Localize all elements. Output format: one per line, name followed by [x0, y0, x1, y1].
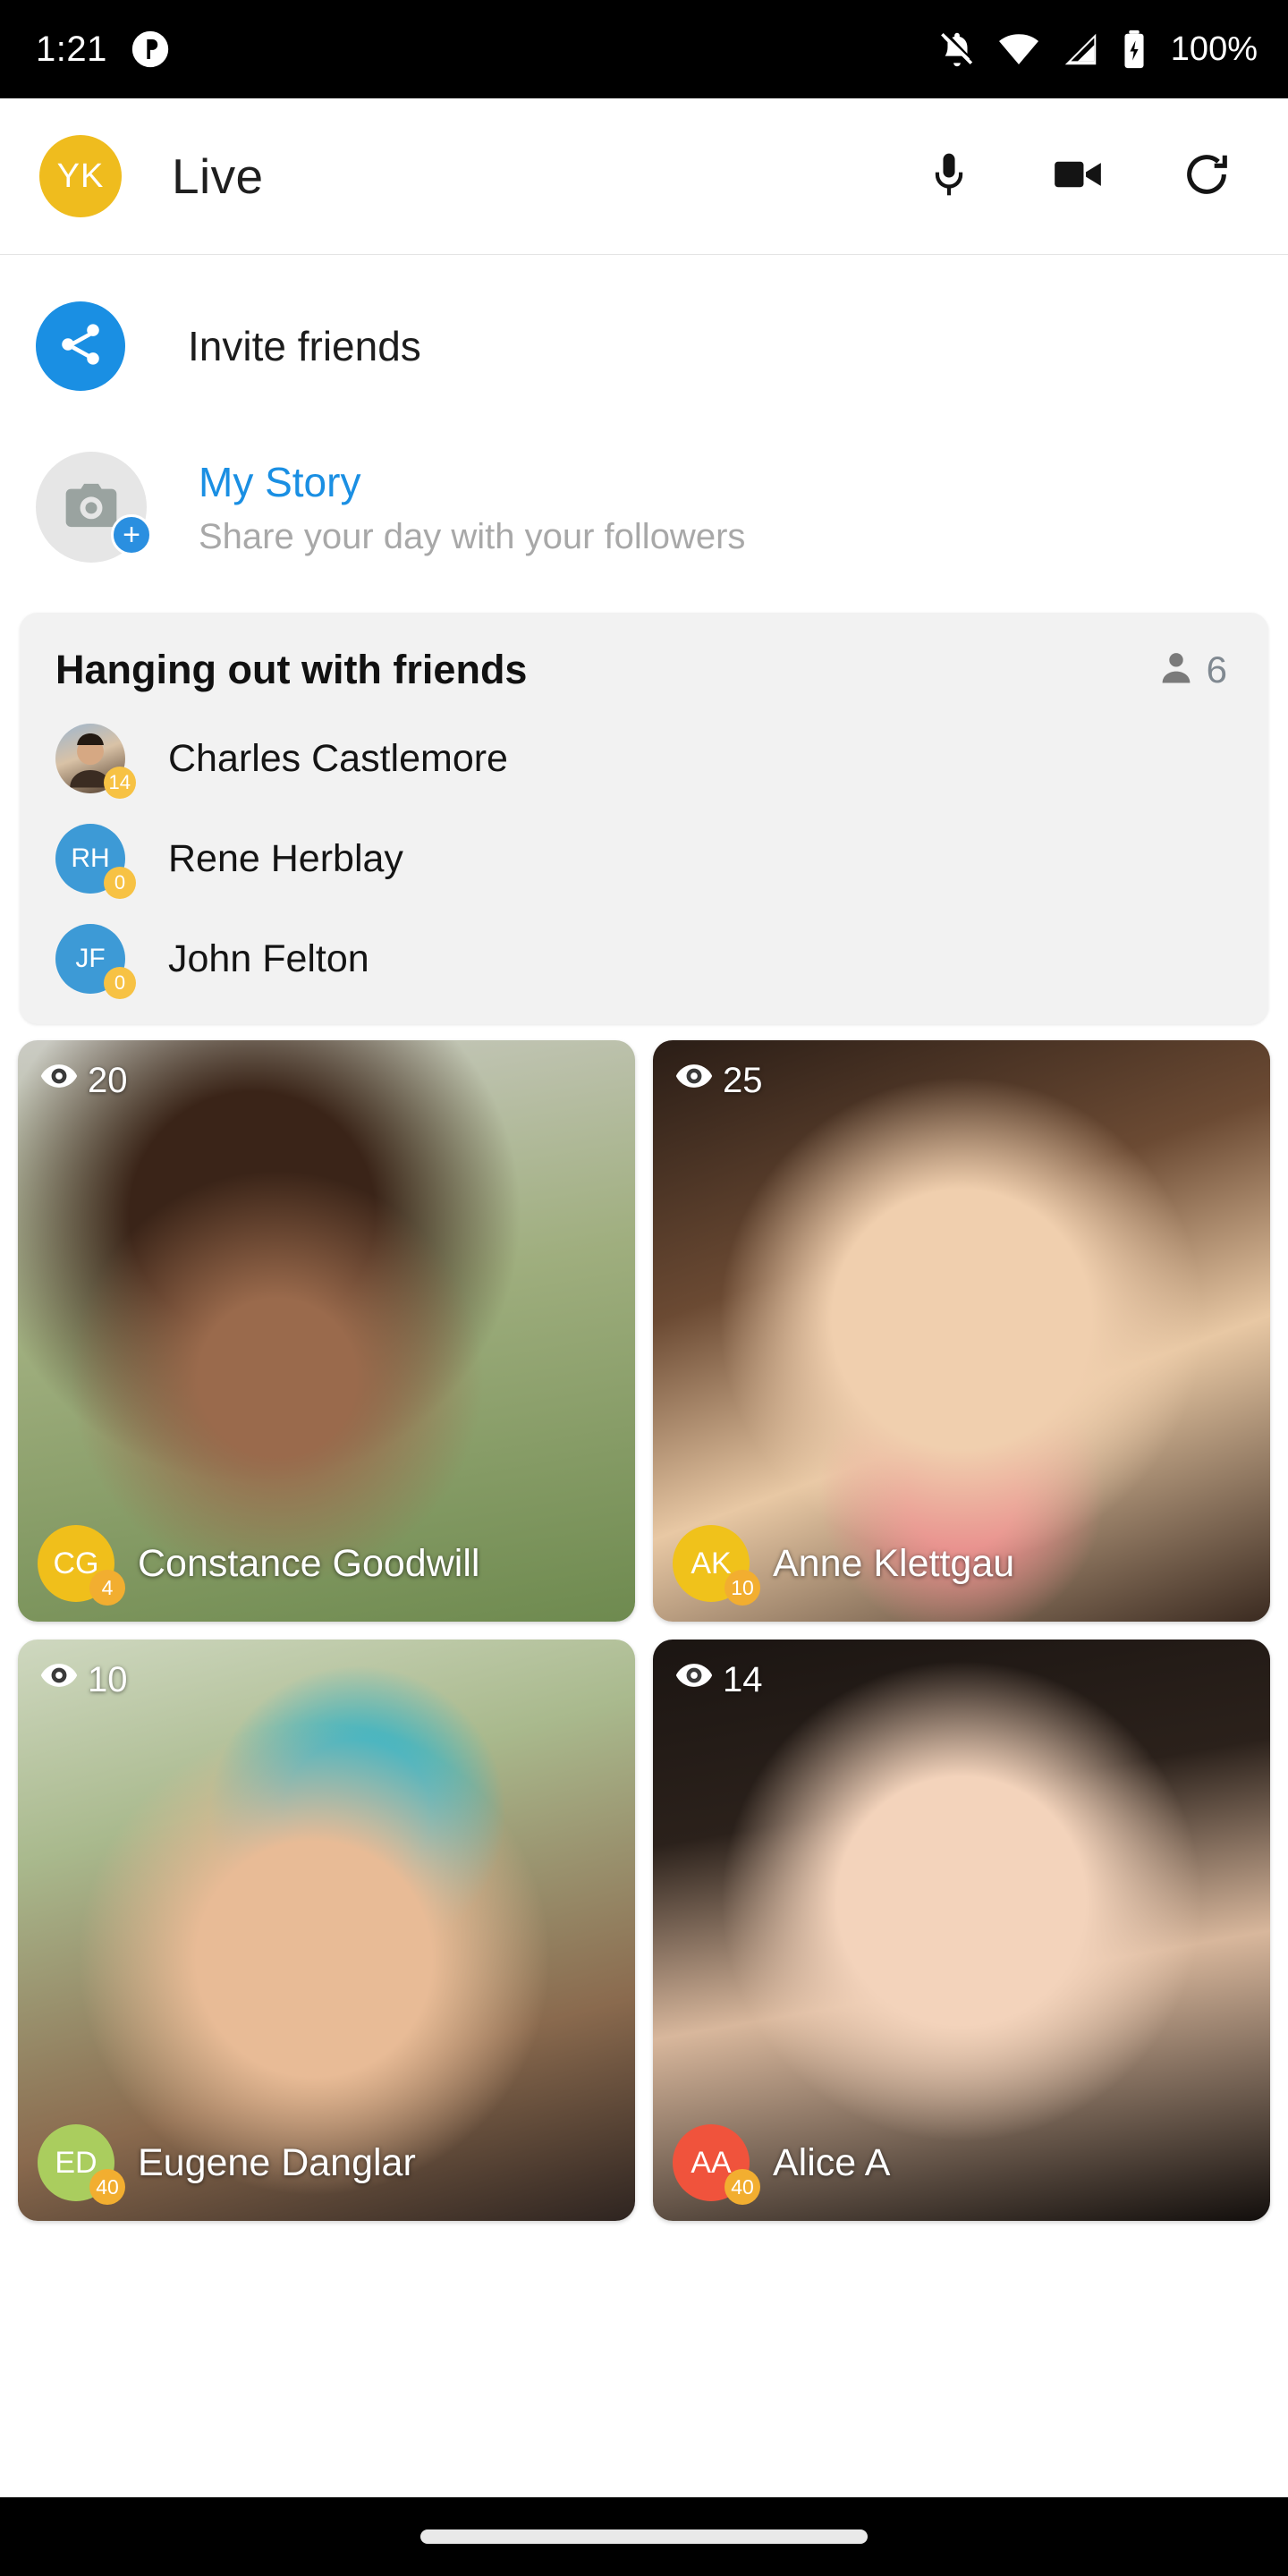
viewer-count: 10 [39, 1656, 128, 1704]
eye-icon [39, 1056, 79, 1105]
stream-footer: ED 40 Eugene Danglar [38, 2124, 617, 2205]
add-story-plus-badge[interactable]: + [111, 514, 152, 555]
my-story-text: My Story Share your day with your follow… [199, 458, 745, 557]
viewer-count: 25 [674, 1056, 763, 1105]
hangout-title: Hanging out with friends [55, 647, 528, 692]
viewer-count: 14 [674, 1656, 763, 1704]
hangout-card-header: Hanging out with friends 6 [55, 647, 1233, 693]
microphone-button[interactable] [919, 147, 979, 206]
friend-name: Charles Castlemore [168, 736, 508, 780]
home-gesture-pill[interactable] [420, 2529, 868, 2544]
stream-footer: AA 40 Alice A [673, 2124, 1252, 2205]
avatar: CG 4 [38, 1525, 125, 1606]
my-story-avatar[interactable]: + [36, 452, 152, 563]
friend-badge: 0 [104, 867, 136, 899]
live-stream-tile[interactable]: 14 AA 40 Alice A [653, 1640, 1270, 2221]
avatar: JF 0 [55, 924, 136, 999]
stream-footer: CG 4 Constance Goodwill [38, 1525, 617, 1606]
eye-icon [674, 1056, 714, 1105]
live-stream-tile[interactable]: 10 ED 40 Eugene Danglar [18, 1640, 635, 2221]
invite-friends-label: Invite friends [188, 323, 421, 369]
status-time: 1:21 [36, 29, 107, 69]
app-bar: YK Live [0, 98, 1288, 255]
avatar: AK 10 [673, 1525, 760, 1606]
live-stream-grid: 20 CG 4 Constance Goodwill 25 AK 10 Anne… [0, 1024, 1288, 2221]
status-bar-left: 1:21 [36, 30, 170, 70]
streamer-badge: 40 [89, 2169, 125, 2205]
live-stream-tile[interactable]: 25 AK 10 Anne Klettgau [653, 1040, 1270, 1622]
streamer-badge: 40 [724, 2169, 760, 2205]
list-item[interactable]: 14 Charles Castlemore [55, 724, 1233, 799]
my-story-row[interactable]: + My Story Share your day with your foll… [0, 436, 1288, 613]
avatar: 14 [55, 724, 136, 799]
person-icon [1157, 648, 1196, 692]
avatar: RH 0 [55, 824, 136, 899]
cellular-signal-icon [1060, 29, 1101, 70]
system-navigation-bar [0, 2497, 1288, 2576]
microphone-icon [924, 149, 974, 204]
streamer-badge: 10 [724, 1570, 760, 1606]
status-bar-right: 100% [936, 28, 1258, 71]
streamer-name: Eugene Danglar [138, 2140, 416, 2184]
friend-name: John Felton [168, 936, 369, 980]
app-bar-actions [919, 147, 1249, 206]
my-story-subtitle: Share your day with your followers [199, 516, 746, 556]
wifi-icon [997, 28, 1040, 71]
list-item[interactable]: RH 0 Rene Herblay [55, 824, 1233, 899]
eye-icon [674, 1656, 714, 1704]
page-title: Live [172, 148, 264, 204]
profile-avatar[interactable]: YK [39, 135, 122, 217]
share-icon [55, 319, 106, 374]
viewer-count-value: 14 [723, 1659, 763, 1699]
eye-icon [39, 1656, 79, 1704]
viewer-count: 20 [39, 1056, 128, 1105]
streamer-name: Anne Klettgau [773, 1541, 1015, 1585]
video-camera-button[interactable] [1048, 147, 1107, 206]
share-icon-circle [36, 301, 125, 391]
app-notification-icon [131, 30, 170, 69]
hangout-participant-count: 6 [1157, 648, 1233, 692]
battery-charging-icon [1121, 29, 1148, 70]
viewer-count-value: 25 [723, 1060, 763, 1100]
friend-badge: 14 [103, 767, 136, 799]
battery-percentage: 100% [1170, 30, 1258, 68]
streamer-name: Alice A [773, 2140, 891, 2184]
notifications-off-icon [936, 29, 978, 70]
friend-badge: 0 [104, 967, 136, 999]
list-item[interactable]: JF 0 John Felton [55, 924, 1233, 999]
stream-footer: AK 10 Anne Klettgau [673, 1525, 1252, 1606]
avatar: ED 40 [38, 2124, 125, 2205]
live-stream-tile[interactable]: 20 CG 4 Constance Goodwill [18, 1040, 635, 1622]
viewer-count-value: 10 [88, 1659, 128, 1699]
refresh-button[interactable] [1177, 147, 1236, 206]
streamer-name: Constance Goodwill [138, 1541, 480, 1585]
friend-name: Rene Herblay [168, 836, 403, 880]
viewer-count-value: 20 [88, 1060, 128, 1100]
video-camera-icon [1050, 147, 1106, 207]
status-bar: 1:21 100% [0, 0, 1288, 98]
avatar: AA 40 [673, 2124, 760, 2205]
streamer-badge: 4 [89, 1570, 125, 1606]
refresh-icon [1181, 148, 1233, 205]
my-story-title: My Story [199, 458, 361, 505]
invite-friends-row[interactable]: Invite friends [0, 255, 1288, 436]
hangout-count-value: 6 [1206, 648, 1227, 691]
hangout-card[interactable]: Hanging out with friends 6 14 Charles Ca… [20, 613, 1268, 1024]
